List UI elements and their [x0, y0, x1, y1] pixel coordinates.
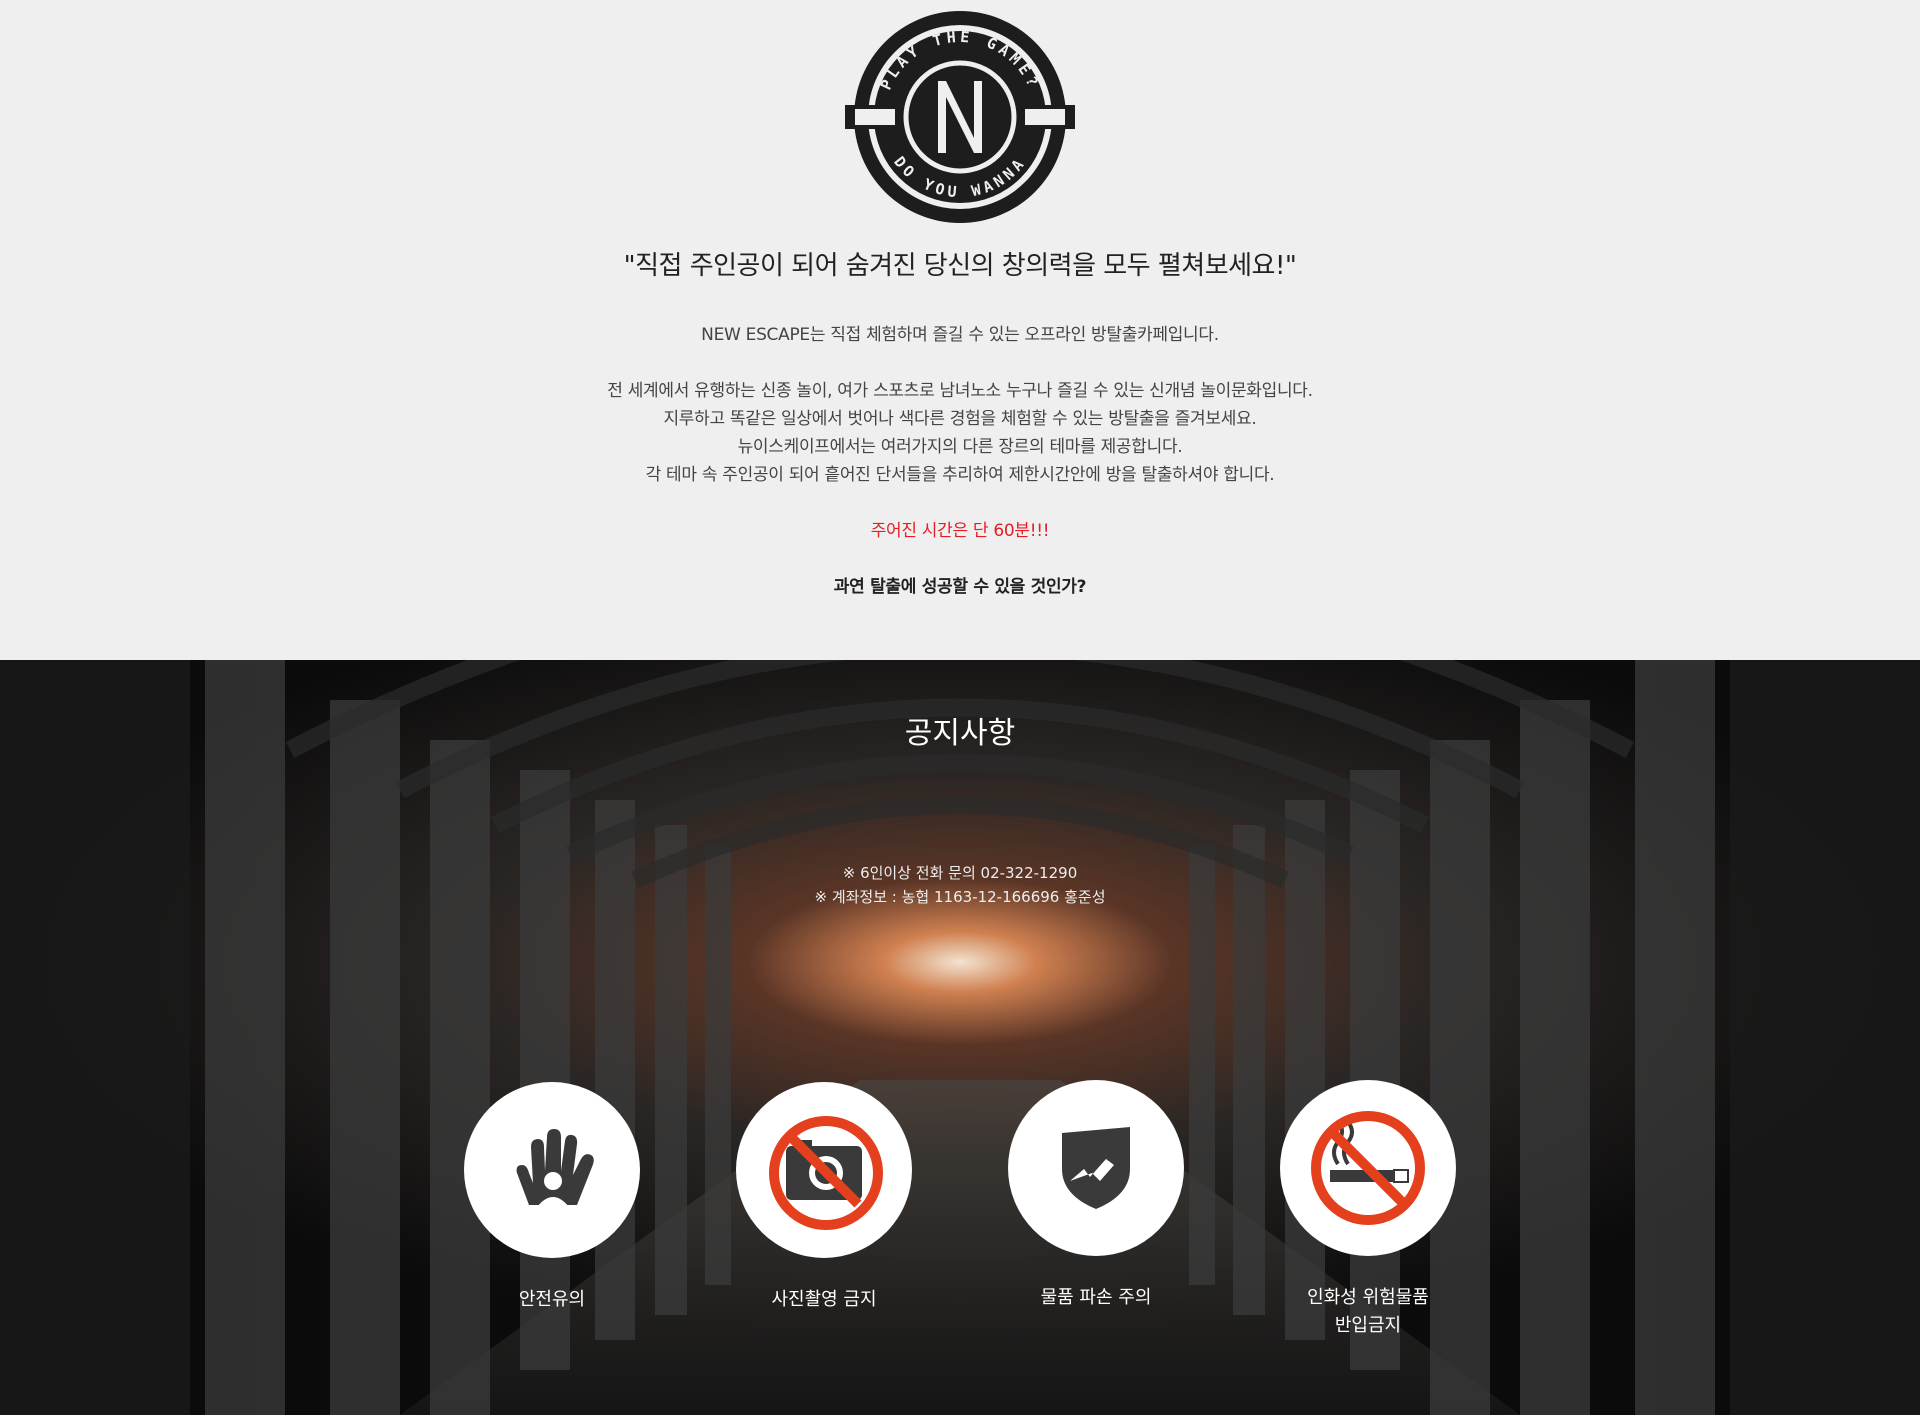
no-flammable-notice-circle [1280, 1080, 1456, 1256]
intro-line-2: 전 세계에서 유행하는 신종 놀이, 여가 스포츠로 남녀노소 누구나 즐길 수… [607, 381, 1313, 401]
corridor-background [0, 660, 1920, 1415]
intro-line-3: 지루하고 똑같은 일상에서 벗어나 색다른 경험을 체험할 수 있는 방탈출을 … [663, 409, 1257, 429]
hand-warning-icon [516, 1129, 594, 1207]
flammable-notice-label-line-2: 반입금지 [1334, 1315, 1402, 1336]
intro-headline: "직접 주인공이 되어 숨겨진 당신의 창의력을 모두 펼쳐보세요!" [623, 251, 1297, 281]
intro-line-1: NEW ESCAPE는 직접 체험하며 즐길 수 있는 오프라인 방탈출카페입니… [701, 325, 1219, 345]
broken-shield-icon [1062, 1127, 1130, 1209]
intro-line-4: 뉴이스케이프에서는 여러가지의 다른 장르의 테마를 제공합니다. [737, 437, 1183, 457]
no-photo-notice-circle [736, 1082, 912, 1258]
flammable-notice-label: 인화성 위험물품 반입금지 [1238, 1284, 1498, 1340]
new-escape-logo[interactable]: PLAY THE GAME? DO YOU WANNA [845, 8, 1075, 226]
notice-section: 공지사항 ※ 6인이상 전화 문의 02-322-1290 ※ 계좌정보 : 농… [0, 660, 1920, 1415]
no-camera-icon [769, 1116, 883, 1230]
intro-section: PLAY THE GAME? DO YOU WANNA "직접 주인공이 되어 … [0, 0, 1920, 660]
notice-info-1: ※ 6인이상 전화 문의 02-322-1290 [842, 864, 1078, 882]
flammable-notice-label-line-1: 인화성 위험물품 [1307, 1287, 1429, 1308]
notice-title: 공지사항 [904, 716, 1016, 751]
no-smoking-icon [1311, 1111, 1425, 1225]
safety-notice-circle [464, 1082, 640, 1258]
intro-closing: 과연 탈출에 성공할 수 있을 것인가? [833, 577, 1087, 597]
intro-highlight: 주어진 시간은 단 60분!!! [870, 521, 1050, 541]
intro-line-5: 각 테마 속 주인공이 되어 흩어진 단서들을 추리하여 제한시간안에 방을 탈… [645, 465, 1275, 485]
damage-notice-label: 물품 파손 주의 [1040, 1287, 1152, 1308]
notice-info-2: ※ 계좌정보 : 농협 1163-12-166696 홍준성 [814, 888, 1106, 906]
no-photo-notice-label: 사진촬영 금지 [771, 1289, 877, 1310]
damage-notice-circle [1008, 1080, 1184, 1256]
safety-notice-label: 안전유의 [518, 1289, 586, 1310]
